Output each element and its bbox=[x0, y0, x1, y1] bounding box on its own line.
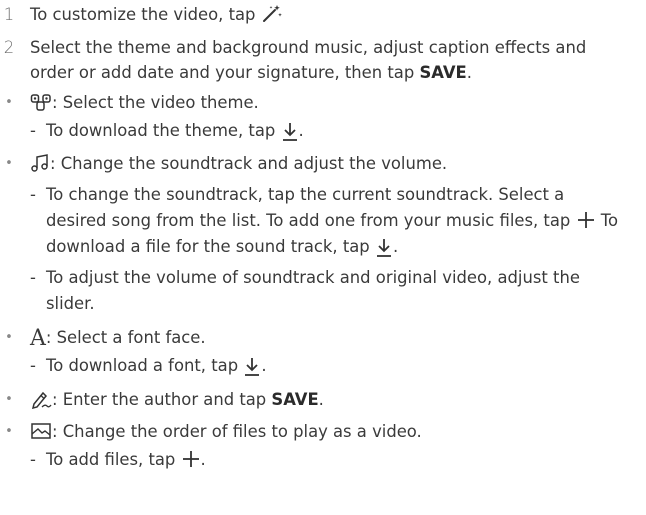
sub-text: To bbox=[595, 211, 618, 230]
step-number: 1 bbox=[3, 5, 15, 24]
sub-item-music-volume: - To adjust the volume of soundtrack and … bbox=[30, 267, 580, 289]
bullet: • bbox=[5, 392, 13, 407]
item-text: : Change the soundtrack and adjust the v… bbox=[50, 154, 448, 173]
pen-icon bbox=[31, 391, 52, 409]
bullet: • bbox=[5, 156, 13, 171]
step-2-cont: order or add date and your signature, th… bbox=[30, 62, 472, 84]
step-number: 2 bbox=[3, 38, 15, 57]
period: . bbox=[466, 63, 472, 82]
theme-icon bbox=[30, 94, 51, 111]
sub-text: To add files, tap bbox=[46, 450, 176, 469]
sub-item-music-download: download a file for the sound track, tap… bbox=[46, 236, 398, 258]
period: . bbox=[318, 390, 324, 409]
period: . bbox=[298, 121, 304, 140]
sub-text: To download the theme, tap bbox=[46, 121, 276, 140]
item-text: : Enter the author and tap bbox=[52, 390, 272, 409]
dash: - bbox=[30, 356, 36, 375]
bullet: • bbox=[5, 424, 13, 439]
step-text: order or add date and your signature, th… bbox=[30, 63, 420, 82]
item-text: : Select a font face. bbox=[45, 328, 206, 347]
plus-icon bbox=[182, 451, 199, 467]
sub-item-order-add: - To add files, tap . bbox=[30, 449, 206, 471]
period: . bbox=[392, 237, 399, 256]
dash: - bbox=[30, 185, 36, 204]
sub-text: To adjust the volume of soundtrack and o… bbox=[46, 268, 580, 287]
sub-item-font-download: - To download a font, tap . bbox=[30, 355, 267, 377]
sub-item-theme-download: - To download the theme, tap . bbox=[30, 120, 304, 142]
dash: - bbox=[30, 121, 36, 140]
music-note-icon bbox=[31, 154, 48, 172]
sub-text: download a file for the sound track, tap bbox=[46, 237, 370, 256]
save-keyword: SAVE bbox=[271, 390, 319, 409]
sub-text: desired song from the list. To add one f… bbox=[46, 211, 571, 230]
plus-icon bbox=[577, 212, 594, 228]
sub-item-music-volume-cont: slider. bbox=[46, 293, 95, 315]
step-text: To customize the video, tap bbox=[30, 5, 256, 24]
download-icon bbox=[282, 123, 297, 141]
download-icon bbox=[376, 239, 391, 257]
bullet: • bbox=[5, 330, 13, 345]
bullet: • bbox=[5, 95, 13, 110]
sub-text: To download a font, tap bbox=[46, 356, 239, 375]
dash: - bbox=[30, 268, 36, 287]
sub-text: slider. bbox=[46, 294, 95, 313]
save-keyword: SAVE bbox=[419, 63, 467, 82]
image-order-icon bbox=[31, 423, 51, 439]
sub-text: To change the soundtrack, tap the curren… bbox=[46, 185, 565, 204]
font-icon: A bbox=[30, 326, 46, 351]
item-text: : Change the order of files to play as a… bbox=[52, 422, 422, 441]
period: . bbox=[261, 356, 267, 375]
sub-item-music-change-cont: desired song from the list. To add one f… bbox=[46, 210, 618, 232]
sub-item-music-change: - To change the soundtrack, tap the curre… bbox=[30, 184, 564, 206]
step-text-line: Select the theme and background music, a… bbox=[30, 38, 587, 57]
magic-wand-icon bbox=[262, 5, 282, 22]
period: . bbox=[200, 450, 206, 469]
dash: - bbox=[30, 450, 36, 469]
item-text: : Select the video theme. bbox=[52, 93, 259, 112]
download-icon bbox=[245, 358, 260, 376]
